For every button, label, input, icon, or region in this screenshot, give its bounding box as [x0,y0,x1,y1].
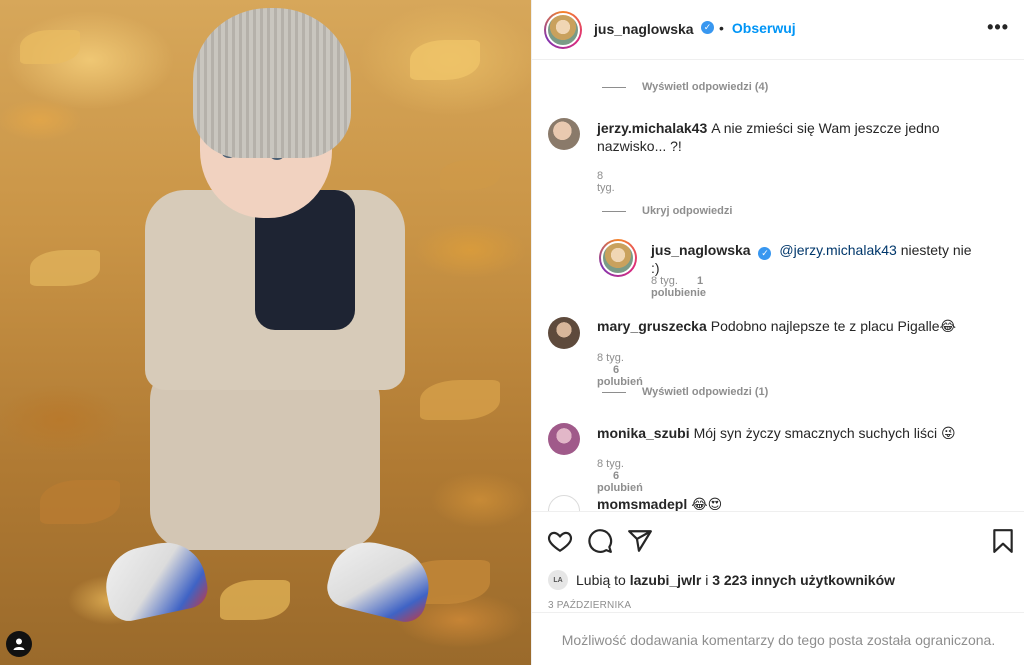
comment-icon[interactable] [587,528,613,554]
comment-body: 😂😍 [691,496,723,511]
post-header: jus_naglowska ✓ • Obserwuj ••• [532,0,1024,60]
comment-likes[interactable]: 6 polubień [597,364,643,388]
user-icon[interactable] [6,631,32,657]
hide-replies-label: Ukryj odpowiedzi [642,205,733,217]
post-date[interactable]: 3 PAŹDZIERNIKA [548,600,631,611]
reply-text: jus_naglowska ✓ @jerzy.michalak43 nieste… [651,241,981,277]
liked-mid: i [705,572,709,588]
separator-dot: • [719,20,724,36]
leaf [30,250,100,286]
user-glyph [13,638,25,650]
more-options-icon[interactable]: ••• [987,17,1009,38]
leaf [420,380,500,420]
reply-username[interactable]: jus_naglowska [651,242,751,258]
comment-text: mary_gruszecka Podobno najlepsze te z pla… [597,317,977,335]
leaf [20,30,80,64]
comment-text: jerzy.michalak43 A nie zmieści się Wam je… [597,119,977,155]
post-sidebar: jus_naglowska ✓ • Obserwuj ••• Wyświetl o… [531,0,1024,665]
comment-time[interactable]: 8 tyg. [597,458,624,470]
follow-button[interactable]: • Obserwuj [719,20,796,36]
divider-line [602,391,626,393]
comment-meta: 8 tyg. [597,170,615,194]
comment-text: momsmadepl 😂😍 [597,495,977,511]
comment-meta: 8 tyg. 6 polubień [597,458,643,494]
comment-username[interactable]: jerzy.michalak43 [597,120,707,136]
heart-icon[interactable] [547,528,573,554]
comment-text: monika_szubi Mój syn życzy smacznych such… [597,424,977,442]
commenter-avatar[interactable] [548,118,580,150]
comments-restricted-notice: Możliwość dodawania komentarzy do tego p… [532,612,1024,665]
liked-count[interactable]: 3 223 innych użytkowników [712,572,895,588]
show-replies-button[interactable]: Wyświetl odpowiedzi (1) [602,386,768,398]
commenter-avatar[interactable] [548,495,580,511]
share-icon[interactable] [627,528,653,554]
show-replies-button[interactable]: Wyświetl odpowiedzi (4) [602,81,768,93]
post-actions: LA Lubią to lazubi_jwlr i 3 223 innych u… [532,511,1024,665]
reply-meta: 8 tyg. 1 polubienie [651,275,706,299]
comment-body: Mój syn życzy smacznych suchych liści 😜 [693,425,956,441]
author-avatar[interactable] [544,11,582,49]
comment-username[interactable]: mary_gruszecka [597,318,707,334]
liked-user[interactable]: lazubi_jwlr [630,572,702,588]
bookmark-icon[interactable] [990,528,1016,554]
commenter-avatar[interactable] [548,423,580,455]
hide-replies-button[interactable]: Ukryj odpowiedzi [602,205,732,217]
comment-meta: 8 tyg. 6 polubień [597,352,643,388]
author-username[interactable]: jus_naglowska [594,21,694,37]
divider-line [602,210,626,212]
liked-avatar[interactable]: LA [548,570,568,590]
liked-by: LA Lubią to lazubi_jwlr i 3 223 innych u… [548,570,895,590]
leaf [220,580,290,620]
commenter-avatar[interactable] [548,317,580,349]
comment-username[interactable]: monika_szubi [597,425,690,441]
reply-avatar[interactable] [599,239,637,277]
comment-username[interactable]: momsmadepl [597,496,687,511]
child-beanie [193,8,351,158]
divider-line [602,86,626,88]
comment-time[interactable]: 8 tyg. [597,170,615,194]
post-photo [0,0,531,665]
comment-likes[interactable]: 6 polubień [597,470,643,494]
reply-time[interactable]: 8 tyg. [651,275,678,287]
follow-label: Obserwuj [731,20,796,36]
verified-badge-icon: ✓ [758,247,772,260]
comment-time[interactable]: 8 tyg. [597,352,624,364]
leaf [40,480,120,524]
show-replies-label: Wyświetl odpowiedzi (1) [642,386,769,398]
liked-prefix: Lubią to [576,572,626,588]
comments-list[interactable]: Wyświetl odpowiedzi (4) jerzy.michalak43… [532,61,1024,511]
comment-body: Podobno najlepsze te z placu Pigalle😂 [710,318,956,334]
reply-mention[interactable]: @jerzy.michalak43 [779,242,896,258]
leaf [410,40,480,80]
verified-badge-icon: ✓ [701,21,714,34]
leaf [440,160,500,190]
show-replies-label: Wyświetl odpowiedzi (4) [642,81,769,93]
